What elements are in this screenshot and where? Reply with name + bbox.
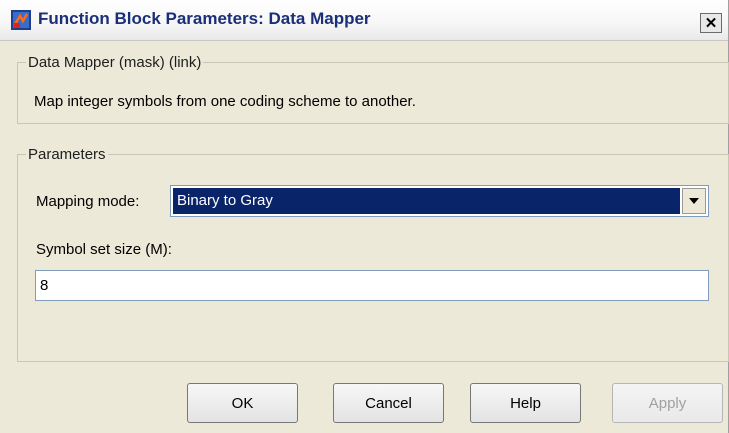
mask-legend: Data Mapper (mask) (link) <box>28 54 202 71</box>
mapping-mode-value[interactable]: Binary to Gray <box>173 188 680 214</box>
mask-group: Data Mapper (mask) (link) <box>17 54 729 124</box>
apply-button[interactable]: Apply <box>612 383 723 423</box>
ok-button[interactable]: OK <box>187 383 298 423</box>
close-button[interactable]: ✕ <box>700 13 722 33</box>
symbol-set-size-label: Symbol set size (M): <box>36 241 172 258</box>
cancel-button[interactable]: Cancel <box>333 383 444 423</box>
mapping-mode-label: Mapping mode: <box>36 193 140 210</box>
parameters-legend: Parameters <box>28 146 106 163</box>
chevron-down-icon <box>688 197 700 205</box>
title-bar[interactable]: Function Block Parameters: Data Mapper ✕ <box>0 0 728 41</box>
dialog-window: Function Block Parameters: Data Mapper ✕… <box>0 0 729 433</box>
close-icon: ✕ <box>704 15 718 32</box>
help-button[interactable]: Help <box>470 383 581 423</box>
simulink-block-icon <box>10 9 32 31</box>
mask-description: Map integer symbols from one coding sche… <box>34 93 416 110</box>
dropdown-arrow-button[interactable] <box>682 188 706 214</box>
window-title: Function Block Parameters: Data Mapper <box>38 9 371 28</box>
symbol-set-size-field[interactable]: 8 <box>35 270 709 301</box>
mapping-mode-select[interactable]: Binary to Gray <box>170 185 709 217</box>
